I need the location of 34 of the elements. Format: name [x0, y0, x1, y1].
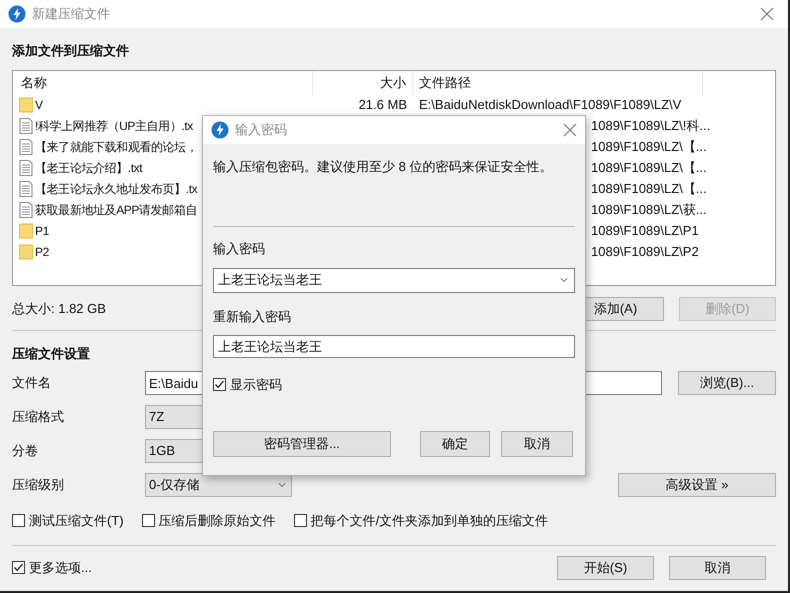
checkbox-label: 压缩后删除原始文件 — [158, 512, 276, 530]
file-path: 1089\F1089\LZ\【... — [591, 180, 707, 198]
dialog-description: 输入压缩包密码。建议使用至少 8 位的密码来保证安全性。 — [213, 158, 554, 176]
field-label: 压缩级别 — [12, 476, 65, 494]
checkbox-label: 测试压缩文件(T) — [29, 512, 124, 530]
file-size: 21.6 MB — [358, 96, 407, 114]
file-name: 【老王论坛永久地址发布页】.tx — [35, 181, 198, 198]
file-path: 1089\F1089\LZ\【... — [591, 159, 707, 178]
field-label: 输入密码 — [213, 240, 265, 258]
checkbox-label: 把每个文件/文件夹添加到单独的压缩文件 — [310, 512, 548, 530]
file-name: 获取最新地址及APP请发邮箱自 — [35, 202, 198, 219]
checkbox-label: 显示密码 — [230, 376, 282, 394]
file-path: 1089\F1089\LZ\!科... — [591, 117, 710, 136]
checkbox-label: 更多选项... — [29, 558, 92, 577]
file-name: 【来了就能下载和观看的论坛， — [35, 139, 198, 156]
section-heading: 添加文件到压缩文件 — [12, 42, 129, 60]
file-path: 1089\F1089\LZ\P2 — [591, 243, 699, 262]
window-title: 新建压缩文件 — [32, 5, 111, 24]
file-path: 1089\F1089\LZ\【... — [591, 138, 707, 156]
file-name: P2 — [35, 244, 49, 261]
file-path: 1089\F1089\LZ\P1 — [591, 222, 699, 240]
file-name: V — [35, 97, 43, 114]
file-path: 1089\F1089\LZ\获... — [591, 201, 707, 220]
field-label: 压缩格式 — [12, 408, 65, 426]
section-heading: 压缩文件设置 — [12, 344, 90, 362]
field-label: 分卷 — [12, 442, 39, 460]
file-name: 【老王论坛介绍】.txt — [35, 160, 142, 177]
file-name: P1 — [35, 223, 49, 240]
dialog-title: 输入密码 — [235, 121, 288, 140]
file-path: E:\BaiduNetdiskDownload\F1089\F1089\LZ\V — [419, 96, 682, 114]
field-label: 重新输入密码 — [213, 308, 291, 326]
total-size: 总大小: 1.82 GB — [12, 300, 106, 318]
file-name: !科学上网推荐（UP主自用）.tx — [35, 118, 193, 135]
field-label: 文件名 — [12, 374, 52, 392]
